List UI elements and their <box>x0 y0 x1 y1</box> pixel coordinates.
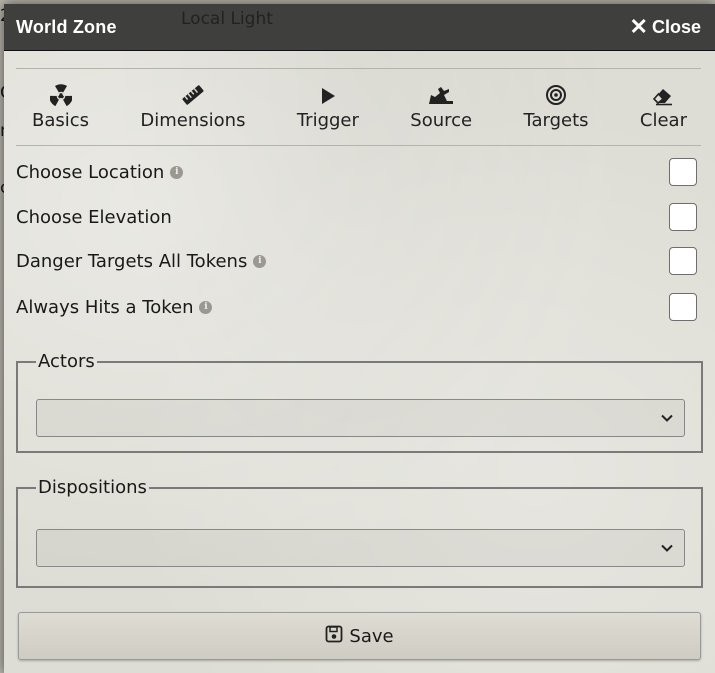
tab-source[interactable]: Source <box>410 80 472 142</box>
info-icon[interactable]: i <box>199 300 213 314</box>
tab-trigger[interactable]: Trigger <box>297 80 359 142</box>
save-button[interactable]: Save <box>18 612 701 660</box>
tab-label: Source <box>410 110 473 131</box>
actors-group: Actors <box>16 351 703 453</box>
option-danger-targets-all-tokens: Danger Targets All Tokens i <box>16 244 697 278</box>
option-label: Danger Targets All Tokens <box>16 250 248 272</box>
dispositions-select[interactable] <box>36 529 685 567</box>
save-icon <box>325 625 343 648</box>
divider <box>16 68 701 69</box>
danger-targets-all-tokens-checkbox[interactable] <box>669 247 697 275</box>
choose-location-checkbox[interactable] <box>669 158 697 186</box>
info-icon[interactable]: i <box>253 254 267 268</box>
always-hits-a-token-checkbox[interactable] <box>669 293 697 321</box>
tab-basics[interactable]: Basics <box>32 80 89 142</box>
info-icon[interactable]: i <box>170 165 184 179</box>
divider <box>16 145 701 146</box>
choose-elevation-checkbox[interactable] <box>669 203 697 231</box>
option-label: Choose Location <box>16 161 165 183</box>
tab-label: Basics <box>32 110 90 131</box>
option-always-hits-a-token: Always Hits a Token i <box>16 290 697 324</box>
chevron-down-icon <box>660 540 674 559</box>
close-label: Close <box>651 16 701 37</box>
tab-label: Dimensions <box>140 110 246 131</box>
chevron-down-icon <box>660 410 674 429</box>
play-icon <box>319 80 337 106</box>
option-choose-elevation: Choose Elevation <box>16 200 697 234</box>
tab-label: Clear <box>639 110 687 131</box>
tab-bar: Basics Dimensions Trigger Source Targets… <box>16 80 703 142</box>
tab-clear[interactable]: Clear <box>640 80 687 142</box>
tab-dimensions[interactable]: Dimensions <box>140 80 245 142</box>
save-label: Save <box>349 625 394 647</box>
close-icon: ✕ <box>629 14 648 39</box>
window-title: World Zone <box>16 16 117 37</box>
radiation-icon <box>49 80 72 106</box>
tab-label: Trigger <box>296 110 359 131</box>
option-label: Always Hits a Token <box>16 296 194 318</box>
tab-targets[interactable]: Targets <box>523 80 589 142</box>
bullseye-icon <box>545 80 567 106</box>
option-choose-location: Choose Location i <box>16 155 697 189</box>
world-zone-dialog: World Zone Local Light ✕ Close Basics Di… <box>4 4 715 673</box>
actors-select[interactable] <box>36 399 685 437</box>
close-button[interactable]: ✕ Close <box>630 16 701 38</box>
window-header[interactable]: World Zone Local Light ✕ Close <box>4 4 715 51</box>
background-tab-label: Local Light <box>181 9 273 29</box>
tab-label: Targets <box>523 110 589 131</box>
actors-legend: Actors <box>38 351 95 372</box>
dispositions-legend: Dispositions <box>38 477 147 498</box>
source-icon <box>427 80 455 106</box>
dispositions-group: Dispositions <box>16 477 703 588</box>
option-label: Choose Elevation <box>16 206 172 228</box>
eraser-icon <box>651 80 675 106</box>
ruler-icon <box>181 80 205 106</box>
